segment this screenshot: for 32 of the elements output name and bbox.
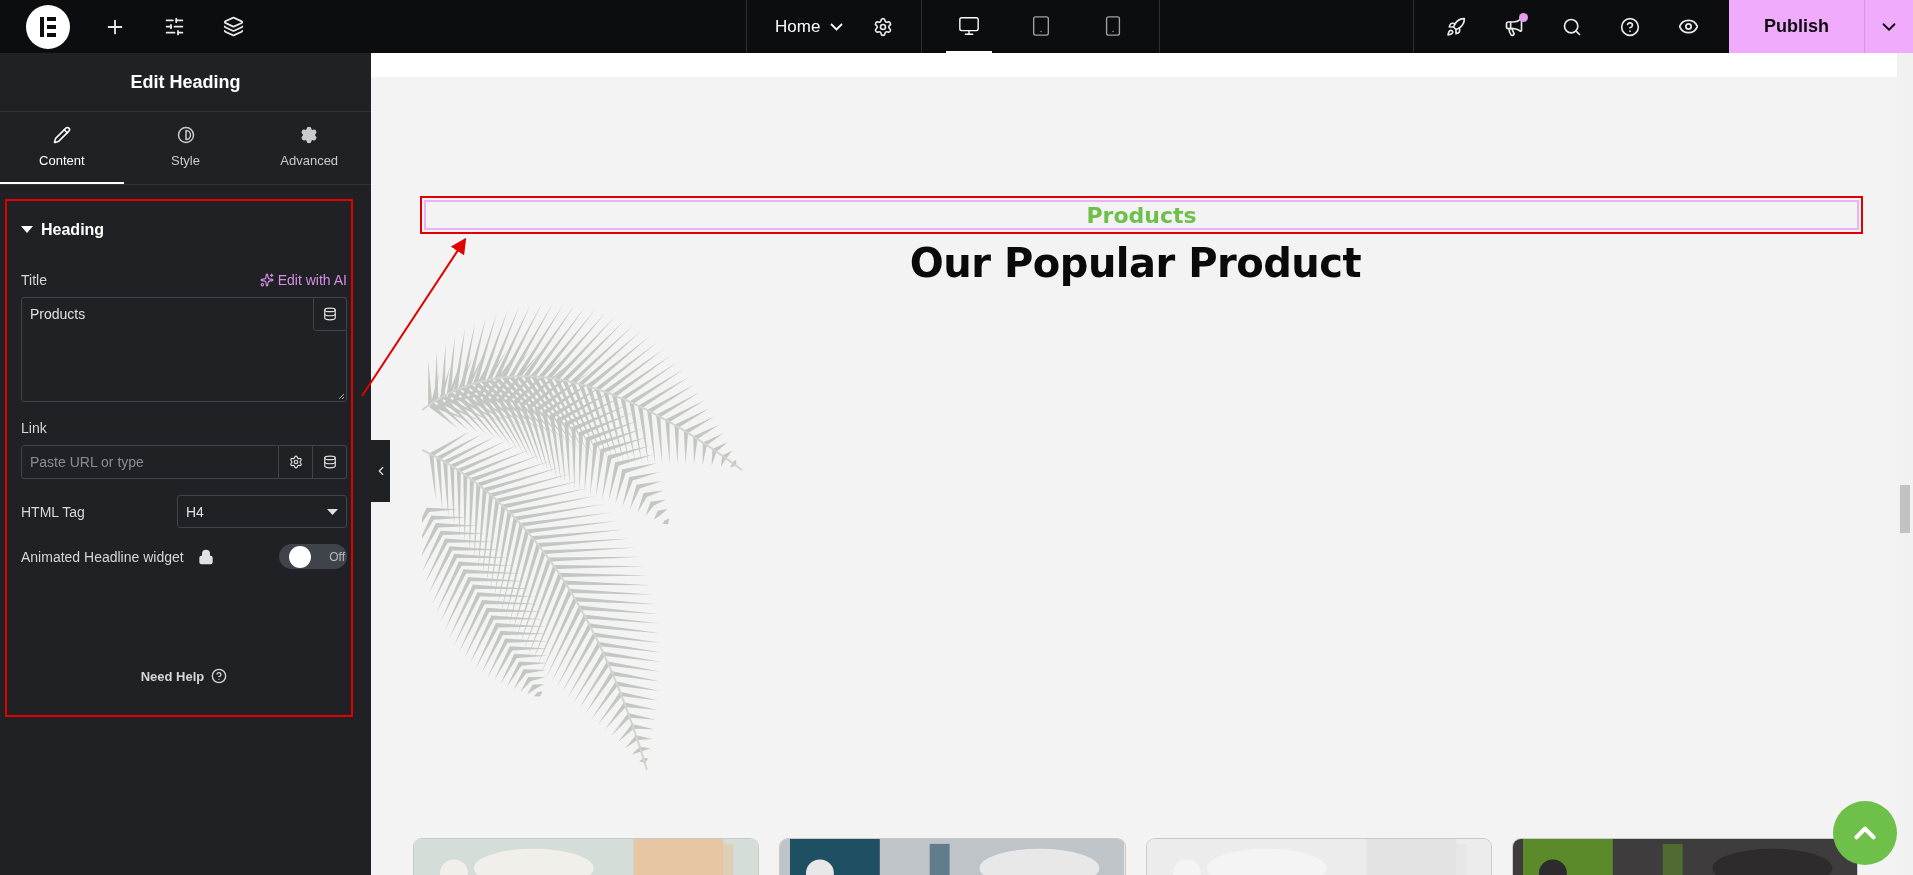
pencil-icon [52,126,71,144]
panel-tab[interactable]: Content [0,112,124,184]
caret-icon [327,508,338,515]
section-subtitle: Products [1086,202,1197,228]
ai-link[interactable]: Edit with AI [259,272,347,288]
caret-icon [21,226,33,234]
logo-icon[interactable] [26,4,70,49]
link-input[interactable]: Paste URL or type [21,445,279,479]
section-header[interactable]: Heading [21,221,105,239]
resize-grip-icon[interactable] [338,393,345,400]
section-heading: Our Popular Product [908,240,1363,286]
field-label: Animated Headline widget [21,548,184,565]
publish-button[interactable]: Publish [1729,0,1864,53]
html-tag-select[interactable]: H4 [177,495,347,528]
chevron-down-icon [830,22,844,31]
panel-title: Edit Heading [130,71,241,93]
page-selector[interactable]: Home [769,15,850,38]
help-icon [211,668,228,684]
sparkles-icon [259,273,274,287]
field-label: Title [21,272,47,288]
gear-icon [300,126,319,144]
panel-tab[interactable]: Advanced [247,112,371,184]
database-icon[interactable] [313,297,347,331]
database-icon[interactable] [313,445,347,479]
field-label: HTML Tag [21,503,85,520]
field-label: Link [21,420,48,436]
title-textarea[interactable]: Products [21,297,347,402]
panel-tab[interactable]: Style [123,112,248,184]
settings-icon[interactable] [279,445,313,479]
help-link[interactable]: Need Help [140,668,228,684]
contrast-icon [176,126,195,144]
toggle-switch[interactable]: Off [279,544,347,569]
